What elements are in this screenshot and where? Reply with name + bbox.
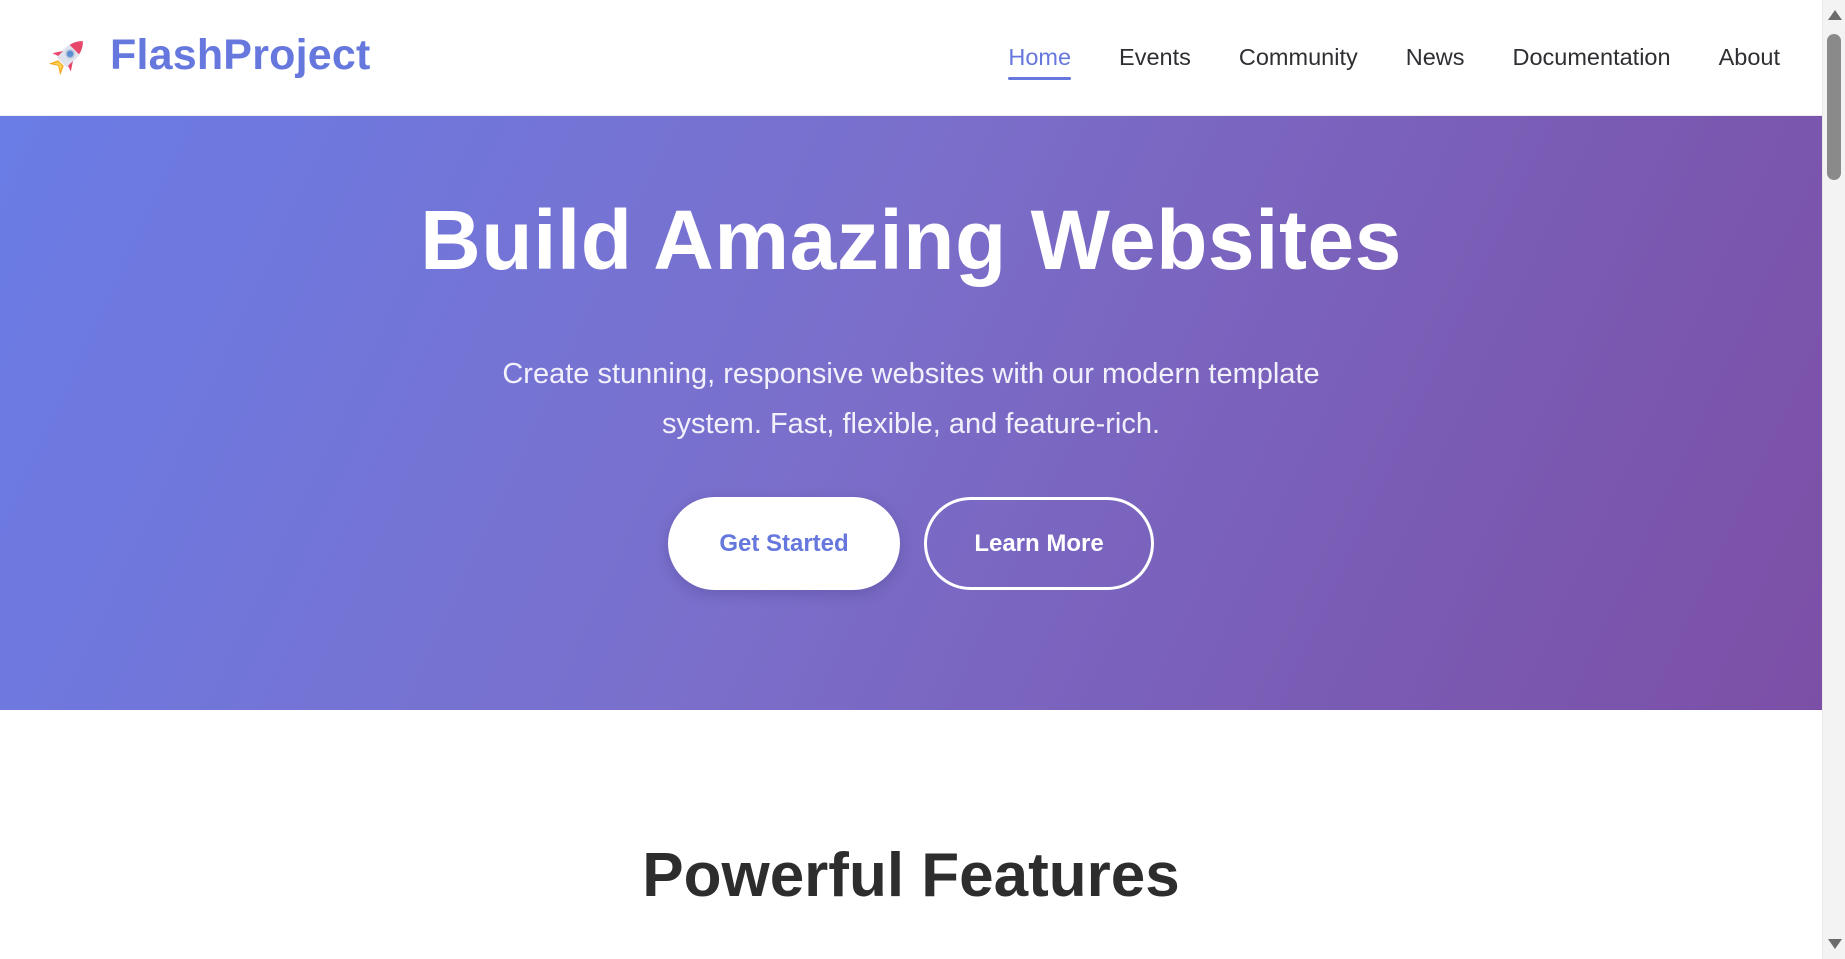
scroll-up-arrow-icon[interactable] bbox=[1828, 10, 1842, 20]
nav-item-community[interactable]: Community bbox=[1239, 42, 1358, 72]
nav-item-news[interactable]: News bbox=[1406, 42, 1465, 72]
scroll-down-arrow-icon[interactable] bbox=[1828, 939, 1842, 949]
scrollbar-thumb[interactable] bbox=[1827, 34, 1841, 180]
nav-item-events[interactable]: Events bbox=[1119, 42, 1191, 72]
page-viewport: FlashProject Home Events Community News … bbox=[0, 0, 1822, 959]
main-nav: Home Events Community News Documentation… bbox=[960, 42, 1780, 80]
learn-more-button[interactable]: Learn More bbox=[924, 497, 1154, 590]
vertical-scrollbar[interactable] bbox=[1822, 0, 1845, 959]
brand-name: FlashProject bbox=[110, 31, 371, 79]
hero-subtitle: Create stunning, responsive websites wit… bbox=[502, 358, 1320, 440]
hero-section: Build Amazing Websites Create stunning, … bbox=[0, 116, 1822, 710]
nav-item-home[interactable]: Home bbox=[1008, 42, 1071, 80]
brand-logo-link[interactable]: FlashProject bbox=[44, 31, 370, 80]
hero-buttons: Get Started Learn More bbox=[0, 497, 1822, 590]
features-section: Powerful Features bbox=[0, 710, 1822, 959]
site-header: FlashProject Home Events Community News … bbox=[0, 0, 1822, 116]
nav-item-about[interactable]: About bbox=[1719, 42, 1780, 72]
features-title: Powerful Features bbox=[642, 841, 1180, 910]
rocket-icon bbox=[44, 32, 92, 80]
hero-title: Build Amazing Websites bbox=[420, 193, 1402, 287]
get-started-button[interactable]: Get Started bbox=[668, 497, 900, 590]
nav-item-documentation[interactable]: Documentation bbox=[1513, 42, 1671, 72]
